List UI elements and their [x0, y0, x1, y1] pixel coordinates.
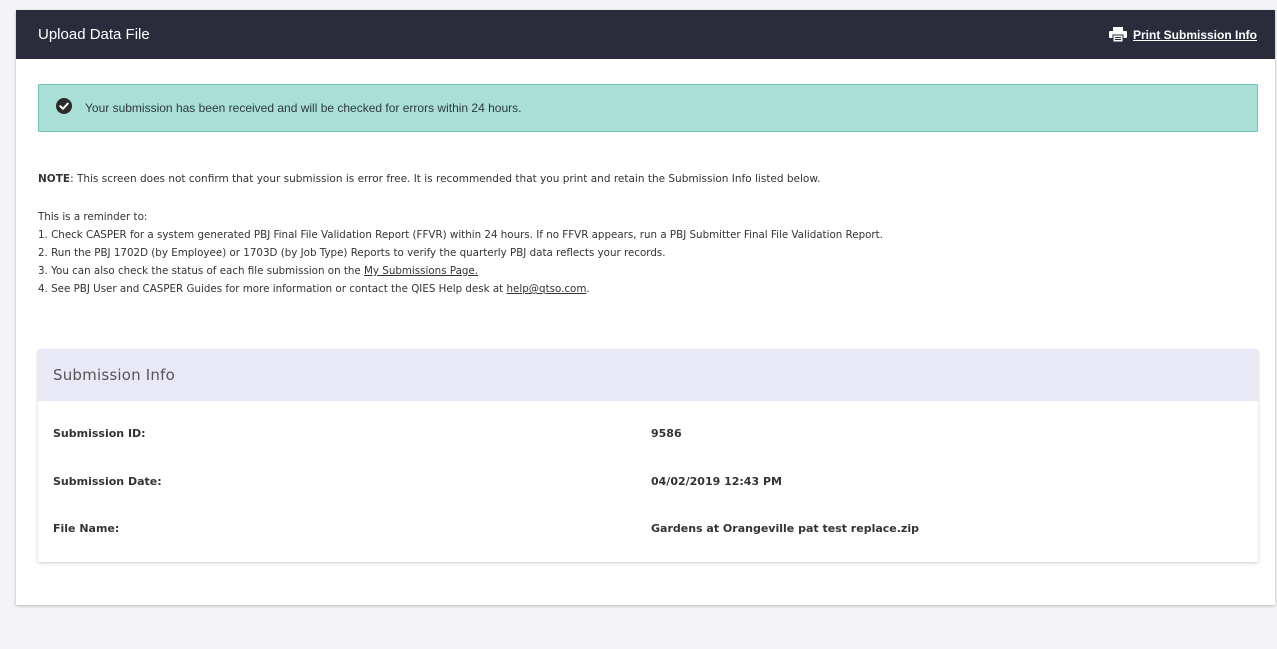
info-label: Submission Date: — [53, 475, 162, 488]
reminder-item: 1. Check CASPER for a system generated P… — [38, 229, 883, 241]
print-submission-info-link[interactable]: Print Submission Info — [1108, 27, 1257, 42]
info-label: Submission ID: — [53, 427, 146, 440]
print-submission-info-label: Print Submission Info — [1132, 27, 1257, 42]
note-body: : This screen does not confirm that your… — [70, 173, 821, 185]
reminder-item: 4. See PBJ User and CASPER Guides for mo… — [38, 280, 883, 298]
submission-info-title: Submission Info — [38, 349, 1258, 401]
reminder-intro: This is a reminder to: — [38, 211, 148, 223]
info-row-submission-date: Submission Date: 04/02/2019 12:43 PM — [38, 475, 1258, 495]
note-text: NOTE: This screen does not confirm that … — [38, 173, 820, 185]
reminder-item-4-suffix: . — [586, 283, 590, 295]
alert-message: Your submission has been received and wi… — [85, 101, 522, 115]
help-email-link[interactable]: help@qtso.com — [507, 283, 587, 295]
info-row-file-name: File Name: Gardens at Orangeville pat te… — [38, 522, 1258, 542]
panel-header: Upload Data File Print Submission Info — [16, 10, 1275, 59]
reminder-item-3-text: 3. You can also check the status of each… — [38, 265, 365, 277]
info-value: 9586 — [651, 427, 682, 440]
info-value: 04/02/2019 12:43 PM — [651, 475, 782, 488]
reminder-list: This is a reminder to: 1. Check CASPER f… — [38, 208, 883, 298]
submission-info-card: Submission Info Submission ID: 9586 Subm… — [38, 349, 1258, 562]
printer-icon — [1108, 27, 1127, 42]
info-row-submission-id: Submission ID: 9586 — [38, 427, 1258, 447]
info-label: File Name: — [53, 522, 120, 535]
check-circle-icon — [56, 98, 72, 118]
success-alert: Your submission has been received and wi… — [38, 84, 1258, 132]
info-value: Gardens at Orangeville pat test replace.… — [651, 522, 919, 535]
reminder-item-4-text: 4. See PBJ User and CASPER Guides for mo… — [38, 283, 507, 295]
reminder-item: 2. Run the PBJ 1702D (by Employee) or 17… — [38, 247, 666, 259]
page-title: Upload Data File — [38, 26, 150, 43]
note-label: NOTE — [38, 173, 71, 185]
reminder-item: 3. You can also check the status of each… — [38, 262, 883, 280]
upload-panel: Upload Data File Print Submission Info Y… — [16, 10, 1275, 605]
my-submissions-link[interactable]: My Submissions Page. — [364, 265, 478, 277]
